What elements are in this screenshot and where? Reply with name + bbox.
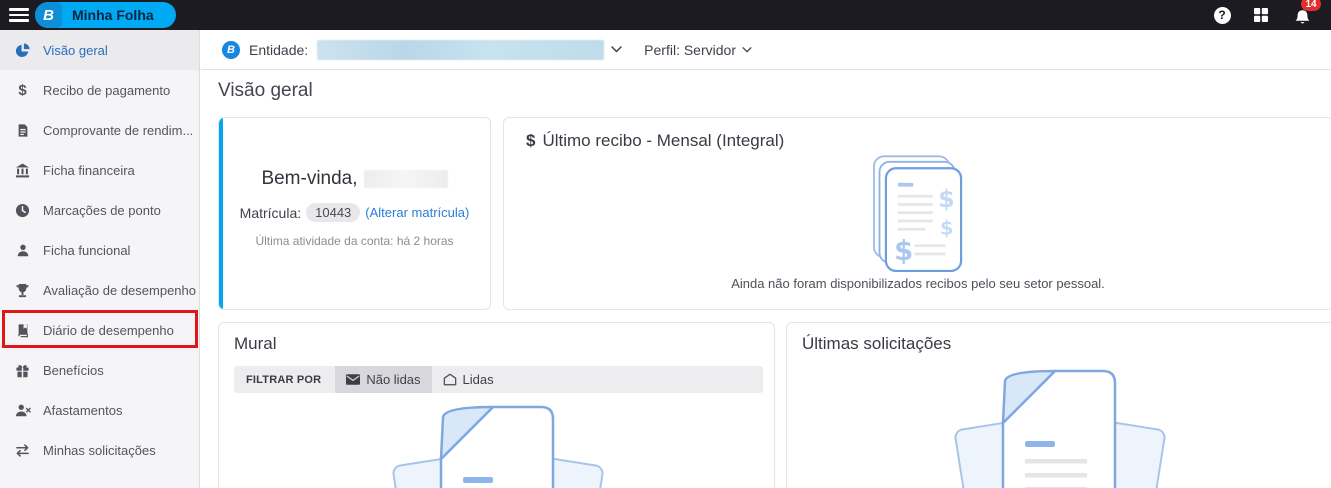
- help-icon: ?: [1214, 7, 1231, 24]
- dollar-icon: $: [526, 131, 535, 151]
- change-matricula-link[interactable]: (Alterar matrícula): [365, 205, 469, 220]
- last-requests-card: Últimas solicitações: [786, 322, 1331, 488]
- topbar: B Minha Folha ? 14: [0, 0, 1331, 30]
- bank-icon: [14, 162, 31, 179]
- greeting-text: Bem-vinda,: [261, 168, 357, 190]
- bell-icon: [1294, 9, 1311, 26]
- tab-label: Lidas: [463, 372, 494, 387]
- sidebar-item-afastamentos[interactable]: Afastamentos: [0, 390, 199, 430]
- requests-empty-illustration: [787, 363, 1331, 488]
- tab-lidas[interactable]: Lidas: [432, 366, 505, 393]
- receipt-empty-message: Ainda não foram disponibilizados recibos…: [504, 276, 1331, 291]
- sidebar-item-label: Comprovante de rendim...: [43, 123, 193, 138]
- requests-card-title: Últimas solicitações: [802, 334, 951, 354]
- sidebar-item-recibo-de-pagamento[interactable]: $ Recibo de pagamento: [0, 70, 199, 110]
- book-icon: [14, 322, 31, 339]
- profile-selector[interactable]: Perfil: Servidor: [644, 42, 752, 58]
- brand-b-icon: B: [35, 2, 62, 28]
- sidebar-item-ficha-funcional[interactable]: Ficha funcional: [0, 230, 199, 270]
- profile-label: Perfil: Servidor: [644, 42, 736, 58]
- chevron-down-icon[interactable]: [611, 46, 622, 53]
- clock-icon: [14, 202, 31, 219]
- swap-arrows-icon: [14, 442, 31, 459]
- card-accent-bar: [219, 118, 223, 309]
- sidebar-item-label: Visão geral: [43, 43, 108, 58]
- sidebar-item-minhas-solicitacoes[interactable]: Minhas solicitações: [0, 430, 199, 470]
- filter-by-label: FILTRAR POR: [234, 366, 335, 393]
- dollar-icon: $: [14, 82, 31, 99]
- tab-nao-lidas[interactable]: Não lidas: [335, 366, 431, 393]
- trophy-icon: [14, 282, 31, 299]
- help-button[interactable]: ?: [1213, 6, 1231, 24]
- sidebar-item-label: Ficha financeira: [43, 163, 135, 178]
- svg-text:$: $: [938, 185, 955, 213]
- document-icon: [14, 122, 31, 139]
- gift-icon: [14, 362, 31, 379]
- sidebar-item-label: Ficha funcional: [43, 243, 130, 258]
- sidebar-item-label: Benefícios: [43, 363, 104, 378]
- sidebar-item-comprovante[interactable]: Comprovante de rendim...: [0, 110, 199, 150]
- sidebar: Visão geral $ Recibo de pagamento Compro…: [0, 30, 200, 488]
- sidebar-item-label: Marcações de ponto: [43, 203, 161, 218]
- app-logo[interactable]: B Minha Folha: [35, 2, 176, 28]
- user-name-redacted: [364, 170, 448, 188]
- person-icon: [14, 242, 31, 259]
- sidebar-item-label: Afastamentos: [43, 403, 123, 418]
- entity-logo-icon: B: [222, 41, 240, 59]
- hamburger-menu-icon[interactable]: [9, 8, 29, 22]
- chevron-down-icon: [742, 47, 752, 53]
- sidebar-item-visao-geral[interactable]: Visão geral: [0, 30, 199, 70]
- sidebar-item-label: Avaliação de desempenho: [43, 283, 196, 298]
- matricula-label: Matrícula:: [240, 205, 301, 221]
- sidebar-item-label: Diário de desempenho: [43, 323, 174, 338]
- apps-grid-button[interactable]: [1252, 6, 1270, 24]
- entity-label: Entidade:: [249, 42, 308, 58]
- mural-empty-illustration: [219, 399, 776, 488]
- mural-filter-bar: FILTRAR POR Não lidas Lidas: [234, 366, 763, 393]
- mural-card-title: Mural: [234, 334, 277, 354]
- last-receipt-card: $ Último recibo - Mensal (Integral) $ $ …: [503, 117, 1331, 310]
- sidebar-item-marcacoes-de-ponto[interactable]: Marcações de ponto: [0, 190, 199, 230]
- mural-card: Mural FILTRAR POR Não lidas Lidas: [218, 322, 775, 488]
- entity-name-redacted[interactable]: [317, 40, 604, 60]
- app-title: Minha Folha: [62, 7, 160, 23]
- svg-text:$: $: [940, 216, 953, 239]
- sidebar-item-label: Minhas solicitações: [43, 443, 156, 458]
- sidebar-item-beneficios[interactable]: Benefícios: [0, 350, 199, 390]
- receipt-card-title: Último recibo - Mensal (Integral): [542, 131, 784, 151]
- svg-text:$: $: [894, 235, 913, 267]
- sidebar-item-avaliacao-de-desempenho[interactable]: Avaliação de desempenho: [0, 270, 199, 310]
- grid-icon: [1253, 7, 1269, 23]
- last-activity-text: Última atividade da conta: há 2 horas: [219, 234, 490, 248]
- app-root: B Minha Folha ? 14: [0, 0, 1331, 488]
- person-x-icon: [14, 402, 31, 419]
- sidebar-item-label: Recibo de pagamento: [43, 83, 170, 98]
- pie-chart-icon: [14, 42, 31, 59]
- receipts-illustration: $ $ $: [504, 154, 1331, 276]
- entity-toolbar: B Entidade: Perfil: Servidor: [201, 30, 1331, 70]
- envelope-open-icon: [443, 373, 457, 386]
- notification-count-badge: 14: [1301, 0, 1321, 11]
- welcome-card: Bem-vinda, Matrícula: 10443 (Alterar mat…: [218, 117, 491, 310]
- notifications-button[interactable]: 14: [1291, 4, 1313, 26]
- sidebar-item-ficha-financeira[interactable]: Ficha financeira: [0, 150, 199, 190]
- page-title: Visão geral: [218, 80, 313, 102]
- sidebar-item-diario-de-desempenho[interactable]: Diário de desempenho: [0, 310, 199, 350]
- matricula-value-badge: 10443: [306, 203, 360, 222]
- envelope-closed-icon: [346, 374, 360, 385]
- tab-label: Não lidas: [366, 372, 420, 387]
